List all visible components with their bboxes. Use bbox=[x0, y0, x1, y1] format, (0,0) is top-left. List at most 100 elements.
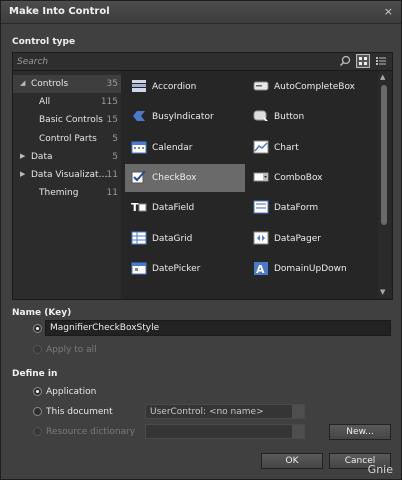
list-view-icon[interactable] bbox=[374, 54, 388, 68]
control-item-label: BusyIndicator bbox=[152, 112, 214, 123]
combo-dropdown-icon bbox=[292, 425, 304, 438]
category-tree: ◢ Controls 35 All 115 Basic Controls 15 Control… bbox=[13, 71, 121, 299]
control-item[interactable]: DataGrid bbox=[125, 225, 245, 253]
control-item[interactable]: BusyIndicator bbox=[125, 103, 245, 131]
name-key-input[interactable] bbox=[45, 320, 391, 336]
control-item-label: Chart bbox=[274, 142, 299, 153]
control-item[interactable]: Calendar bbox=[125, 134, 245, 162]
busyindicator-icon bbox=[133, 111, 145, 122]
datagrid-icon bbox=[131, 231, 147, 244]
search-input[interactable] bbox=[17, 55, 335, 68]
control-item-label: DataPager bbox=[274, 233, 321, 244]
combobox-icon bbox=[253, 172, 269, 182]
control-item-label: DataGrid bbox=[152, 233, 193, 244]
tree-item-count: 115 bbox=[100, 97, 118, 108]
apply-to-all-radio bbox=[33, 345, 42, 354]
resource-dictionary-combo bbox=[145, 424, 305, 439]
control-item[interactable]: A DomainUpDown bbox=[247, 255, 367, 283]
close-icon[interactable]: × bbox=[384, 5, 393, 18]
name-radio[interactable] bbox=[33, 324, 42, 333]
tree-item-label: Data bbox=[31, 151, 53, 162]
name-key-heading: Name (Key) bbox=[12, 308, 72, 318]
tree-item[interactable]: ◢ Controls 35 bbox=[13, 75, 121, 93]
svg-text:A: A bbox=[256, 263, 265, 275]
application-label[interactable]: Application bbox=[46, 387, 96, 397]
control-item-label: Accordion bbox=[152, 82, 197, 92]
expand-arrow-icon[interactable]: ▶ bbox=[20, 170, 25, 178]
control-item-label: DatePicker bbox=[152, 263, 201, 274]
tree-item-count: 5 bbox=[112, 151, 118, 162]
combo-dropdown-icon bbox=[292, 405, 304, 418]
scroll-down-icon[interactable]: ▼ bbox=[380, 288, 385, 296]
control-item-label: AutoCompleteBox bbox=[274, 82, 355, 92]
watermark: Gnie bbox=[367, 463, 393, 476]
search-bar bbox=[13, 53, 392, 71]
tree-item[interactable]: Basic Controls 15 bbox=[13, 111, 121, 129]
this-document-label[interactable]: This document bbox=[46, 407, 113, 417]
tree-item-count: 11 bbox=[106, 170, 118, 180]
domainupdown-icon: A bbox=[254, 261, 268, 275]
tree-item[interactable]: Control Parts 5 bbox=[13, 130, 121, 148]
application-radio[interactable] bbox=[33, 387, 42, 396]
svg-text:T: T bbox=[131, 201, 139, 214]
tree-item-count: 15 bbox=[106, 115, 118, 126]
control-item[interactable]: T DataField bbox=[125, 194, 245, 222]
tree-item[interactable]: ▶ Data 5 bbox=[13, 148, 121, 166]
control-item[interactable]: DataPager bbox=[247, 225, 367, 253]
control-item[interactable] bbox=[125, 285, 245, 299]
control-item[interactable]: DataForm bbox=[247, 194, 367, 222]
title-bar: Make Into Control × bbox=[1, 1, 401, 24]
scroll-thumb[interactable] bbox=[381, 85, 387, 225]
dialog-title: Make Into Control bbox=[9, 6, 110, 17]
tree-item[interactable]: ▶ Data Visualizat… 11 bbox=[13, 166, 121, 184]
datafield-icon: T bbox=[131, 201, 147, 214]
control-item-label: ComboBox bbox=[274, 172, 323, 183]
tree-item-label: Data Visualizat… bbox=[31, 170, 108, 180]
control-item[interactable]: DatePicker bbox=[125, 255, 245, 283]
datepicker-icon bbox=[131, 262, 147, 275]
search-icon[interactable] bbox=[339, 55, 351, 67]
tree-item-count: 35 bbox=[106, 79, 118, 89]
autocompletebox-icon bbox=[253, 81, 269, 91]
accordion-icon bbox=[132, 80, 146, 92]
control-item-label: Calendar bbox=[152, 142, 193, 153]
control-item[interactable]: Button bbox=[247, 103, 367, 131]
control-item[interactable]: ComboBox bbox=[247, 164, 367, 192]
new-button[interactable]: New... bbox=[329, 424, 391, 440]
checkbox-icon bbox=[131, 170, 146, 184]
control-item[interactable] bbox=[247, 285, 367, 299]
apply-to-all-label: Apply to all bbox=[46, 345, 97, 355]
partial-icon bbox=[253, 291, 269, 299]
control-item-label: CheckBox bbox=[152, 172, 197, 183]
control-item-label: DataForm bbox=[274, 203, 319, 214]
dataform-icon bbox=[253, 200, 269, 214]
collapse-arrow-icon[interactable]: ◢ bbox=[20, 79, 25, 87]
control-item[interactable]: Chart bbox=[247, 134, 367, 162]
control-item[interactable]: Accordion bbox=[125, 73, 245, 101]
tree-item[interactable]: All 115 bbox=[13, 93, 121, 111]
define-in-heading: Define in bbox=[12, 369, 58, 379]
tree-item-label: Control Parts bbox=[39, 133, 97, 144]
this-document-radio[interactable] bbox=[33, 407, 42, 416]
tree-item[interactable]: Theming 11 bbox=[13, 184, 121, 202]
tree-item-count: 5 bbox=[112, 133, 118, 144]
resource-dictionary-radio bbox=[33, 427, 42, 436]
button-icon bbox=[253, 110, 268, 122]
ok-button[interactable]: OK bbox=[261, 453, 323, 469]
document-combo-value: UserControl: <no name> bbox=[150, 407, 264, 417]
grid-view-icon[interactable] bbox=[356, 54, 370, 68]
control-grid: Accordion AutoCompleteBox BusyIndicator But… bbox=[123, 71, 378, 299]
datapager-icon bbox=[253, 231, 269, 244]
control-item[interactable]: CheckBox bbox=[125, 163, 245, 192]
control-type-panel: ◢Controls35All115Basic Controls15Control… bbox=[12, 52, 393, 300]
control-type-heading: Control type bbox=[12, 37, 76, 47]
control-item-label: Button bbox=[274, 112, 305, 123]
control-item[interactable]: AutoCompleteBox bbox=[247, 73, 367, 101]
scroll-up-icon[interactable]: ▲ bbox=[380, 73, 385, 81]
partial-icon bbox=[131, 291, 147, 299]
expand-arrow-icon[interactable]: ▶ bbox=[20, 152, 25, 160]
calendar-icon bbox=[131, 141, 147, 154]
grid-scrollbar[interactable]: ▲ ▼ bbox=[378, 71, 391, 298]
dialog-window: Make Into Control × Control type Search … bbox=[0, 0, 402, 480]
control-item-label: DataField bbox=[152, 203, 195, 214]
